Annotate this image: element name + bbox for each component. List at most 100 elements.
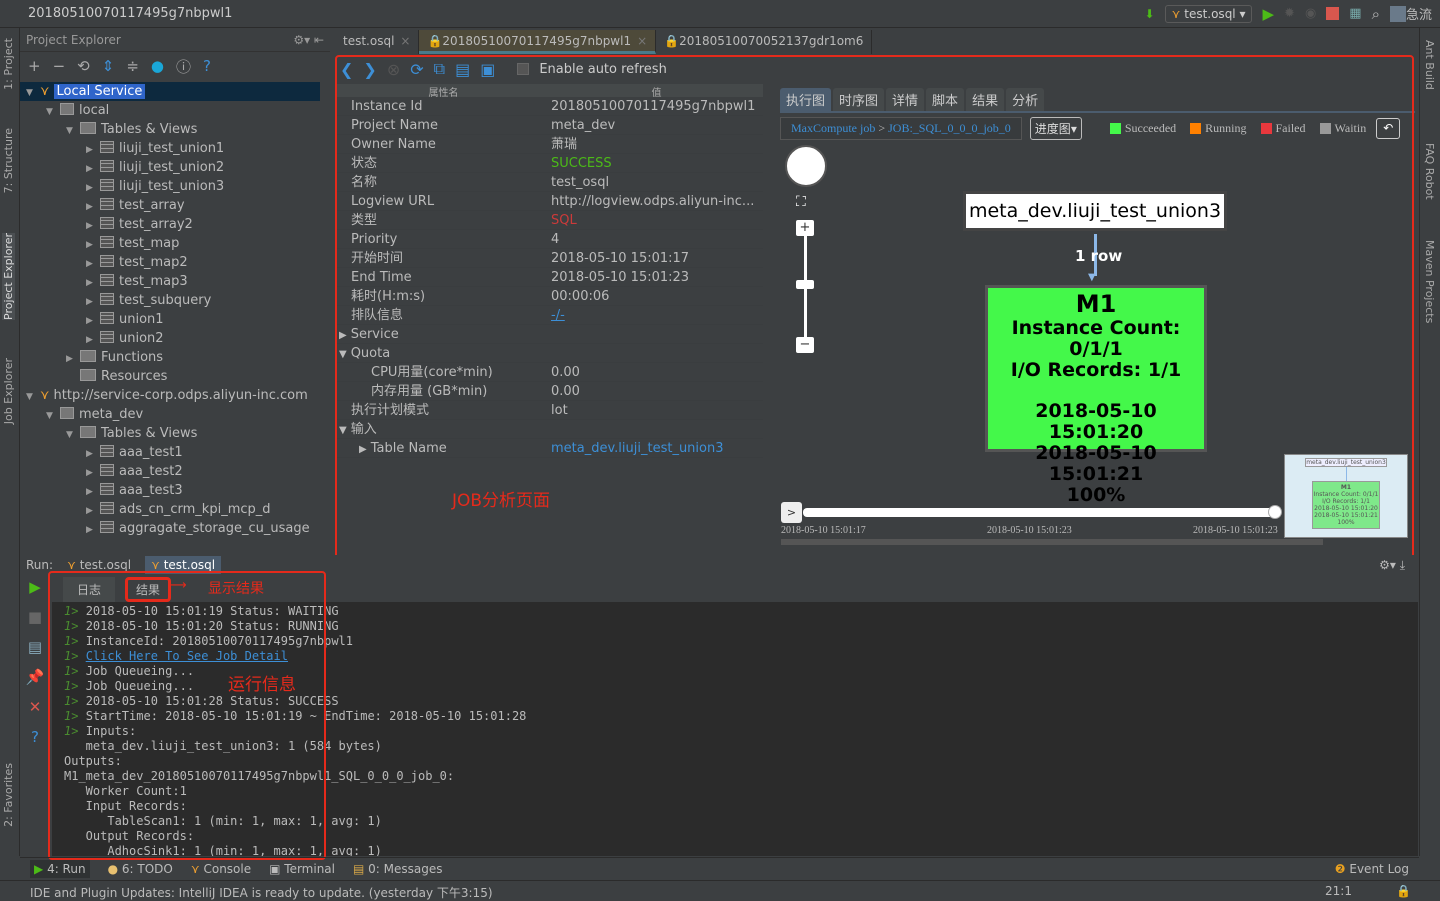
graph-tab[interactable]: 时序图: [833, 88, 885, 111]
view-mode-dropdown[interactable]: 进度图▾: [1029, 116, 1082, 140]
stop-icon[interactable]: ■: [28, 608, 42, 626]
remove-icon[interactable]: −: [53, 57, 66, 75]
status-message[interactable]: IDE and Plugin Updates: IntelliJ IDEA is…: [30, 886, 493, 900]
tree-item[interactable]: ▶ union2: [20, 329, 320, 348]
tree-item[interactable]: ▶ test_map: [20, 234, 320, 253]
property-row[interactable]: 内存用量 (GB*min) 0.00: [337, 382, 763, 401]
layout-icon[interactable]: ▤: [28, 638, 42, 656]
tab-job-instance-2[interactable]: 🔒20180510070052137gdr1om6: [656, 30, 873, 54]
graph-tab[interactable]: 结果: [966, 88, 1005, 111]
tree-item[interactable]: ▶ liuji_test_union1: [20, 139, 320, 158]
maxcompute-icon[interactable]: ●: [151, 57, 164, 75]
tool-tab-favorites[interactable]: 2: Favorites: [2, 763, 15, 827]
tab-job-instance-1[interactable]: 🔒20180510070117495g7nbpwl1 ×: [419, 30, 657, 54]
timeline-play-button[interactable]: >: [781, 502, 802, 523]
graph-tab[interactable]: 脚本: [926, 88, 965, 111]
property-row[interactable]: 名称 test_osql: [337, 173, 763, 192]
zoom-out-icon[interactable]: −: [796, 337, 814, 353]
pin-icon[interactable]: 📌: [26, 668, 45, 686]
expand-arrow-icon[interactable]: ▼: [339, 349, 347, 360]
timeline-handle[interactable]: [1268, 505, 1282, 519]
bottom-tab-messages[interactable]: ▤ 0: Messages: [353, 862, 443, 876]
copy-icon[interactable]: ⧉: [434, 59, 445, 79]
refresh-icon[interactable]: ⟲: [77, 57, 90, 75]
back-arrow-button[interactable]: ↶: [1376, 117, 1401, 139]
property-row[interactable]: Priority 4: [337, 230, 763, 249]
tree-item[interactable]: ▼ Tables & Views: [20, 120, 320, 139]
bottom-tab-terminal[interactable]: ▣ Terminal: [269, 862, 335, 876]
close-icon[interactable]: ×: [637, 34, 647, 48]
property-row[interactable]: Owner Name 萧瑞: [337, 135, 763, 154]
collapse-all-icon[interactable]: ≑: [126, 57, 139, 75]
tree-item[interactable]: ▶ aaa_test2: [20, 462, 320, 481]
property-row[interactable]: 状态 SUCCESS: [337, 154, 763, 173]
event-log-button[interactable]: ❷ Event Log: [1335, 862, 1409, 876]
zoom-in-icon[interactable]: +: [796, 220, 814, 236]
tool-tab-maven-projects[interactable]: Maven Projects: [1423, 240, 1436, 323]
graph-minimap[interactable]: meta_dev.liuji_test_union3 M1 Instance Co…: [1284, 454, 1408, 538]
help-icon[interactable]: ?: [203, 57, 211, 75]
refresh-icon[interactable]: ⟳: [410, 60, 423, 79]
settings-gear-icon[interactable]: ⚙▾ ⇤: [293, 33, 324, 47]
breadcrumb-subjob[interactable]: JOB:_SQL_0_0_0_job_0: [888, 121, 1011, 135]
expand-arrow-icon[interactable]: ▶: [359, 444, 367, 455]
fit-screen-icon[interactable]: ⛶: [796, 194, 806, 210]
tree-item[interactable]: ▶ test_subquery: [20, 291, 320, 310]
tree-item[interactable]: ▶ union1: [20, 310, 320, 329]
property-row[interactable]: ▼ Quota: [337, 344, 763, 363]
save-icon[interactable]: ▣: [480, 60, 495, 79]
property-row[interactable]: 开始时间 2018-05-10 15:01:17: [337, 249, 763, 268]
property-row[interactable]: Logview URL http://logview.odps.aliyun-in…: [337, 192, 763, 211]
zoom-slider-handle[interactable]: [796, 280, 814, 289]
tree-item[interactable]: ▼ local: [20, 101, 320, 120]
bottom-tab-console[interactable]: ⋎ Console: [191, 862, 251, 876]
info-icon[interactable]: ⓘ: [176, 56, 191, 77]
tree-item[interactable]: ▼ Tables & Views: [20, 424, 320, 443]
project-structure-icon[interactable]: ▦: [1349, 6, 1361, 21]
run-settings-icon[interactable]: ⚙▾ ⤓: [1379, 558, 1405, 573]
forward-icon[interactable]: ❯: [363, 60, 376, 79]
navigation-breadcrumb[interactable]: 20180510070117495g7nbpwl1: [28, 6, 232, 21]
property-row[interactable]: Instance Id 20180510070117495g7nbpwl1: [337, 97, 763, 116]
stop-icon[interactable]: [1326, 7, 1340, 20]
tree-item[interactable]: ▶ Functions: [20, 348, 320, 367]
bottom-tab-run[interactable]: ▶ 4: Run: [30, 859, 90, 878]
property-row[interactable]: ▶ Service: [337, 325, 763, 344]
add-icon[interactable]: +: [28, 57, 41, 75]
tree-item[interactable]: ▶ ads_cn_crm_kpi_mcp_d: [20, 500, 320, 519]
graph-node-task-m1[interactable]: M1 Instance Count: 0/1/1 I/O Records: 1/…: [985, 285, 1207, 506]
run-config-select[interactable]: ⋎ test.osql ▾: [1164, 4, 1253, 23]
stop-job-icon[interactable]: ⊗: [387, 60, 400, 79]
graph-tab[interactable]: 详情: [886, 88, 925, 111]
tool-tab-job-explorer[interactable]: Job Explorer: [2, 358, 15, 424]
property-row[interactable]: 耗时(H:m:s) 00:00:06: [337, 287, 763, 306]
close-icon[interactable]: ×: [400, 34, 410, 48]
property-row[interactable]: CPU用量(core*min) 0.00: [337, 363, 763, 382]
tree-item[interactable]: Resources: [20, 367, 320, 386]
coverage-icon[interactable]: ◉: [1305, 6, 1316, 21]
graph-tab[interactable]: 执行图: [780, 88, 832, 111]
close-run-icon[interactable]: ✕: [29, 698, 42, 716]
tree-item[interactable]: ▶ liuji_test_union3: [20, 177, 320, 196]
tree-item[interactable]: ▶ test_map2: [20, 253, 320, 272]
expand-arrow-icon[interactable]: ▼: [339, 425, 347, 436]
graph-node-input-table[interactable]: meta_dev.liuji_test_union3: [963, 191, 1227, 231]
tab-test-osql[interactable]: test.osql ×: [335, 30, 420, 54]
property-row[interactable]: 排队信息 -/-: [337, 306, 763, 325]
tree-item[interactable]: ▶ aaa_test1: [20, 443, 320, 462]
property-row[interactable]: 类型 SQL: [337, 211, 763, 230]
tree-item[interactable]: ▶ liuji_test_union2: [20, 158, 320, 177]
tree-item[interactable]: ▶ test_array: [20, 196, 320, 215]
tool-tab-project[interactable]: 1: Project: [2, 38, 15, 90]
property-row[interactable]: 执行计划模式 lot: [337, 401, 763, 420]
property-row[interactable]: End Time 2018-05-10 15:01:23: [337, 268, 763, 287]
tool-tab-structure[interactable]: 7: Structure: [2, 128, 15, 193]
breadcrumb-job[interactable]: MaxCompute job: [791, 121, 875, 135]
tree-item[interactable]: ▶ aaa_test3: [20, 481, 320, 500]
tree-item[interactable]: ▼ meta_dev: [20, 405, 320, 424]
cursor-position[interactable]: 21:1: [1325, 884, 1352, 898]
tree-item[interactable]: ▶ test_map3: [20, 272, 320, 291]
timeline-track[interactable]: [803, 508, 1278, 517]
expand-arrow-icon[interactable]: ▶: [86, 521, 100, 540]
help-icon[interactable]: ?: [31, 728, 39, 746]
